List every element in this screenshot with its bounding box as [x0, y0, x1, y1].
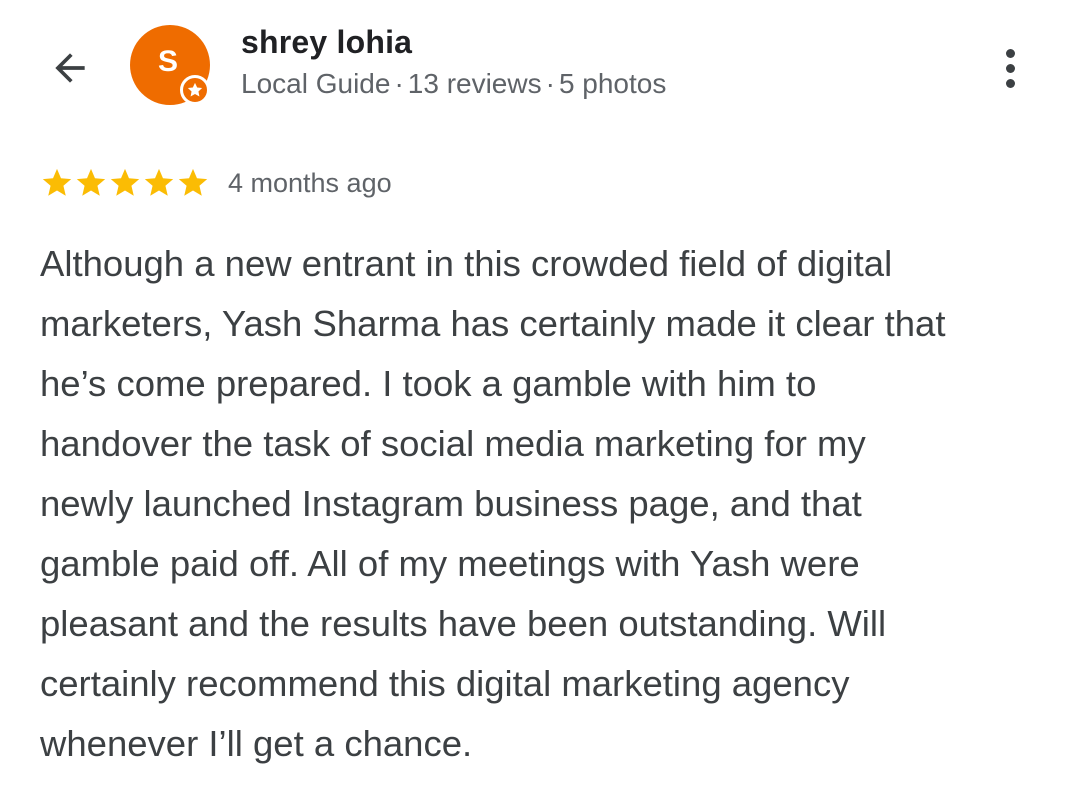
review-text-line: marketers, Yash Sharma has certainly mad… — [40, 303, 946, 344]
meta-separator: · — [545, 68, 555, 99]
review-text-line: pleasant and the results have been outst… — [40, 603, 887, 644]
review-text: Although a new entrant in this crowded f… — [40, 234, 1050, 774]
review-time: 4 months ago — [228, 167, 392, 198]
photo-count: 5 photos — [558, 68, 667, 99]
star-icon — [76, 168, 106, 196]
review-text-line: newly launched Instagram business page, … — [40, 483, 862, 524]
review-text-line: gamble paid off. All of my meetings with… — [40, 543, 860, 584]
star-icon — [110, 168, 140, 196]
avatar[interactable]: S — [130, 25, 210, 105]
review-text-line: Although a new entrant in this crowded f… — [40, 243, 893, 284]
avatar-letter: S — [157, 45, 178, 78]
more-vert-icon — [1005, 48, 1015, 88]
review-text-line: he’s come prepared. I took a gamble with… — [40, 363, 817, 404]
local-guide-star-icon — [180, 75, 210, 105]
reviewer-name[interactable]: shrey lohia — [241, 24, 412, 61]
review-text-line: handover the task of social media market… — [40, 423, 866, 464]
local-guide-label: Local Guide — [241, 68, 391, 99]
back-button[interactable] — [40, 38, 100, 98]
arrow-back-icon — [55, 53, 85, 83]
review-page: S shrey lohia Local Guide · 13 reviews · 5 p… — [0, 0, 1080, 797]
more-options-button[interactable] — [990, 40, 1030, 96]
review-count: 13 reviews — [407, 68, 542, 99]
rating-row: 4 months ago — [40, 163, 392, 203]
reviewer-meta: Local Guide · 13 reviews · 5 photos — [241, 68, 666, 100]
star-rating — [40, 166, 210, 200]
meta-separator: · — [394, 68, 404, 99]
star-icon — [178, 168, 208, 196]
review-text-line: whenever I’ll get a chance. — [40, 723, 473, 764]
star-icon — [144, 168, 174, 196]
star-icon — [42, 168, 72, 196]
review-text-line: certainly recommend this digital marketi… — [40, 663, 850, 704]
